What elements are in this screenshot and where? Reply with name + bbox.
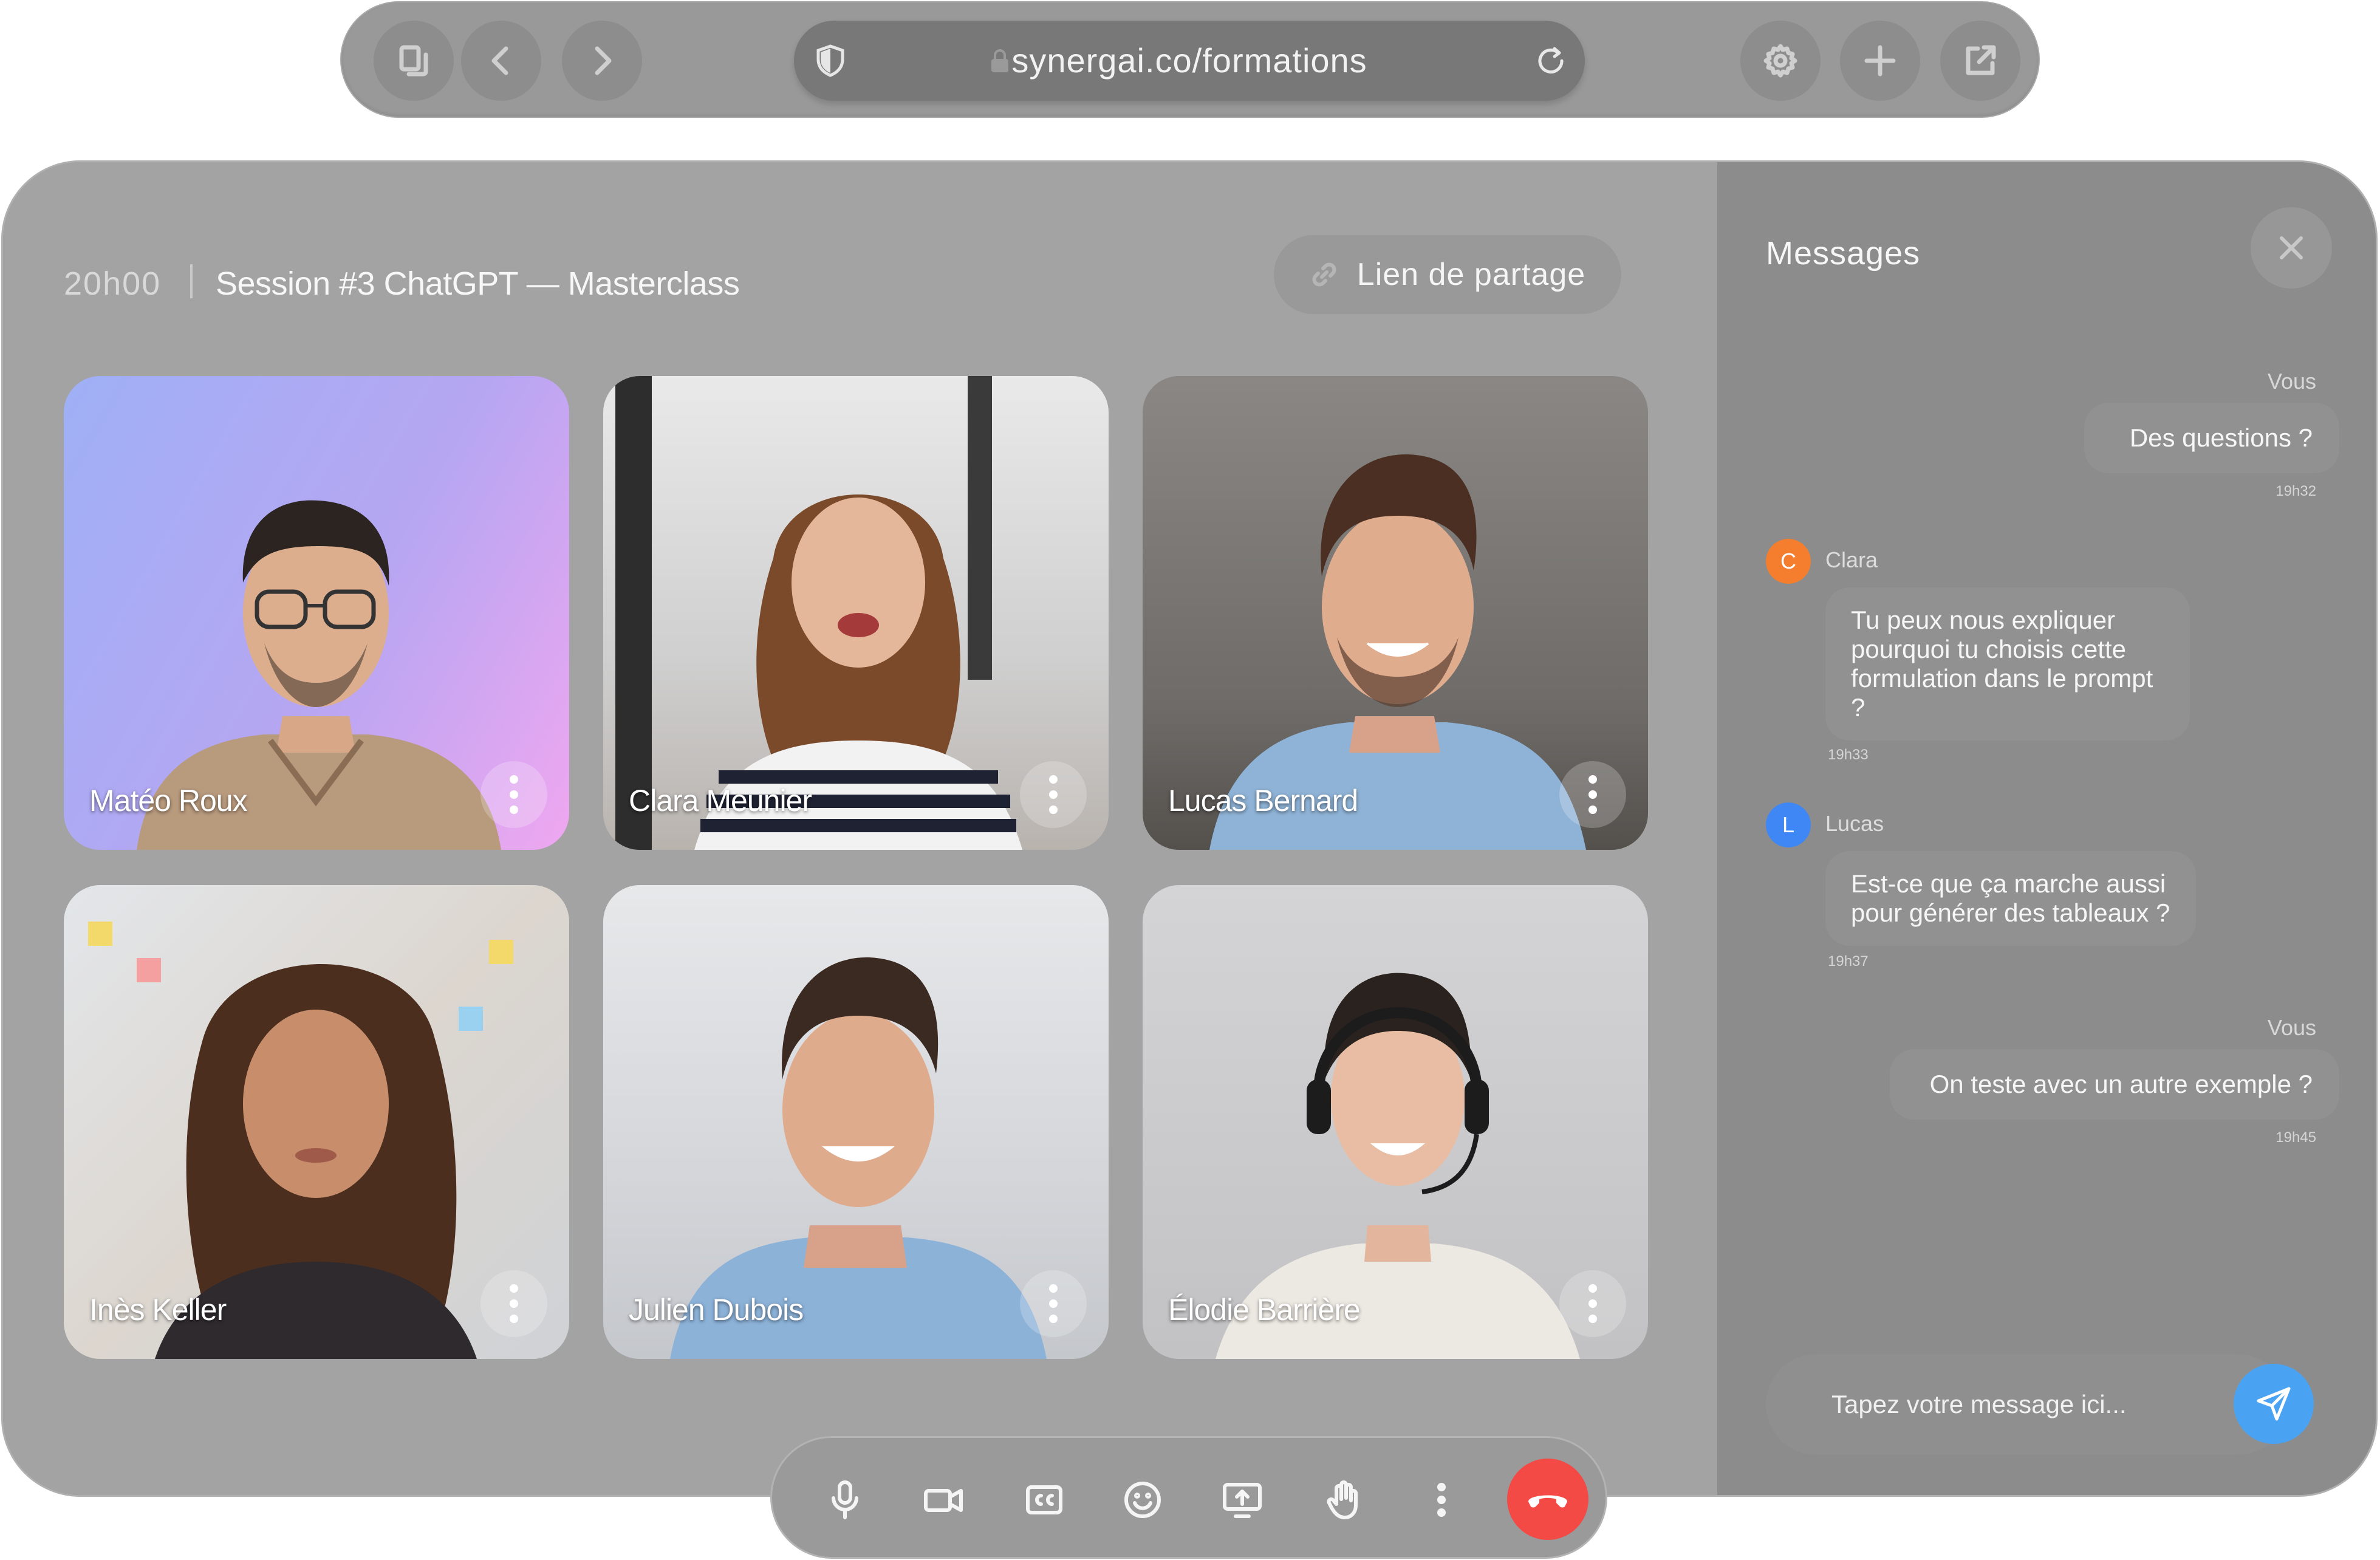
end-call-icon (1528, 1495, 1567, 1508)
send-button[interactable] (2234, 1364, 2314, 1444)
message-time: 19h37 (1828, 953, 1869, 970)
participant-tile[interactable]: Élodie Barrière (1143, 885, 1648, 1359)
emoji-button[interactable] (1106, 1463, 1179, 1536)
participant-name: Clara Meunier (629, 784, 812, 818)
share-out-button[interactable] (1940, 21, 2020, 101)
captions-icon (1026, 1485, 1062, 1514)
chat-panel: Messages Vous Des questions ? 19h32 C Cl… (1717, 162, 2376, 1495)
screen-share-icon (1223, 1483, 1262, 1518)
settings-icon (1763, 44, 1797, 78)
more-vertical-icon (1049, 1284, 1058, 1323)
share-link-label: Lien de partage (1356, 257, 1586, 292)
more-vertical-icon (1588, 775, 1597, 814)
microphone-button[interactable] (809, 1463, 881, 1536)
participant-tile[interactable]: Lucas Bernard (1143, 376, 1648, 850)
screen-share-button[interactable] (1206, 1463, 1279, 1536)
session-time: 20h00 (64, 265, 162, 302)
microphone-icon (832, 1480, 858, 1519)
video-area: 20h00 Session #3 ChatGPT — Masterclass L… (3, 162, 1717, 1495)
send-icon (2257, 1387, 2291, 1421)
share-link-button[interactable]: Lien de partage (1274, 235, 1621, 314)
session-title: Session #3 ChatGPT — Masterclass (216, 265, 740, 302)
participant-tile[interactable]: Julien Dubois (603, 885, 1109, 1359)
message-bubble: On teste avec un autre exemple ? (1890, 1049, 2339, 1120)
captions-button[interactable] (1008, 1463, 1081, 1536)
raise-hand-button[interactable] (1308, 1463, 1381, 1536)
settings-button[interactable] (1740, 21, 1821, 101)
message-input[interactable] (1766, 1354, 2288, 1455)
tabs-button[interactable] (374, 21, 454, 101)
avatar: C (1766, 539, 1811, 584)
header-divider (190, 264, 193, 298)
participant-menu-button[interactable] (1559, 761, 1626, 828)
participant-menu-button[interactable] (1020, 1270, 1087, 1337)
forward-button[interactable] (562, 21, 642, 101)
message-time: 19h33 (1828, 747, 1869, 763)
message-sender: Vous (2267, 369, 2316, 394)
emoji-icon (1124, 1482, 1161, 1518)
participant-name: Lucas Bernard (1168, 784, 1358, 818)
participant-tile[interactable]: Inès Keller (64, 885, 569, 1359)
participant-menu-button[interactable] (480, 761, 547, 828)
more-vertical-icon (510, 775, 518, 814)
participant-name: Matéo Roux (89, 784, 248, 818)
end-call-button[interactable] (1507, 1459, 1588, 1540)
chat-title: Messages (1766, 235, 1921, 272)
reload-icon[interactable] (1534, 44, 1568, 78)
address-bar[interactable]: synergai.co/formations (794, 21, 1585, 101)
message-bubble: Est-ce que ça marche aussi pour générer … (1825, 851, 2196, 946)
call-controls (770, 1436, 1607, 1559)
raise-hand-icon (1327, 1480, 1358, 1519)
more-vertical-icon (1049, 775, 1058, 814)
back-icon (491, 46, 508, 75)
camera-icon (924, 1489, 963, 1512)
forward-icon (595, 46, 612, 75)
message-bubble: Tu peux nous expliquer pourquoi tu chois… (1825, 587, 2190, 741)
share-out-icon (1966, 45, 1996, 75)
camera-button[interactable] (907, 1463, 980, 1536)
message-sender: Lucas (1825, 811, 1884, 836)
tabs-icon (399, 45, 428, 77)
chat-input-wrapper (1766, 1354, 2288, 1455)
participant-tile[interactable]: Clara Meunier (603, 376, 1109, 850)
avatar: L (1766, 802, 1811, 847)
more-vertical-icon (1588, 1284, 1597, 1323)
back-button[interactable] (461, 21, 541, 101)
link-icon (1312, 262, 1336, 287)
message-sender: Clara (1825, 547, 1878, 572)
message-time: 19h32 (2276, 483, 2316, 499)
participant-name: Julien Dubois (629, 1293, 804, 1327)
browser-toolbar: synergai.co/formations (340, 1, 2040, 118)
message-sender: Vous (2267, 1015, 2316, 1040)
participant-name: Élodie Barrière (1168, 1293, 1361, 1327)
participant-menu-button[interactable] (1559, 1270, 1626, 1337)
close-icon (2280, 236, 2303, 259)
url-text[interactable]: synergai.co/formations (794, 21, 1585, 101)
message-time: 19h45 (2276, 1129, 2316, 1146)
participant-name: Inès Keller (89, 1293, 227, 1327)
message-bubble: Des questions ? (2084, 403, 2339, 473)
more-options-button[interactable] (1405, 1463, 1478, 1536)
new-tab-button[interactable] (1840, 21, 1920, 101)
participant-menu-button[interactable] (1020, 761, 1087, 828)
participant-tile[interactable]: Matéo Roux (64, 376, 569, 850)
meeting-window: 20h00 Session #3 ChatGPT — Masterclass L… (1, 160, 2378, 1497)
close-chat-button[interactable] (2251, 207, 2332, 289)
new-tab-icon (1864, 45, 1896, 77)
more-icon (1437, 1483, 1446, 1517)
participant-menu-button[interactable] (480, 1270, 547, 1337)
more-vertical-icon (510, 1284, 518, 1323)
